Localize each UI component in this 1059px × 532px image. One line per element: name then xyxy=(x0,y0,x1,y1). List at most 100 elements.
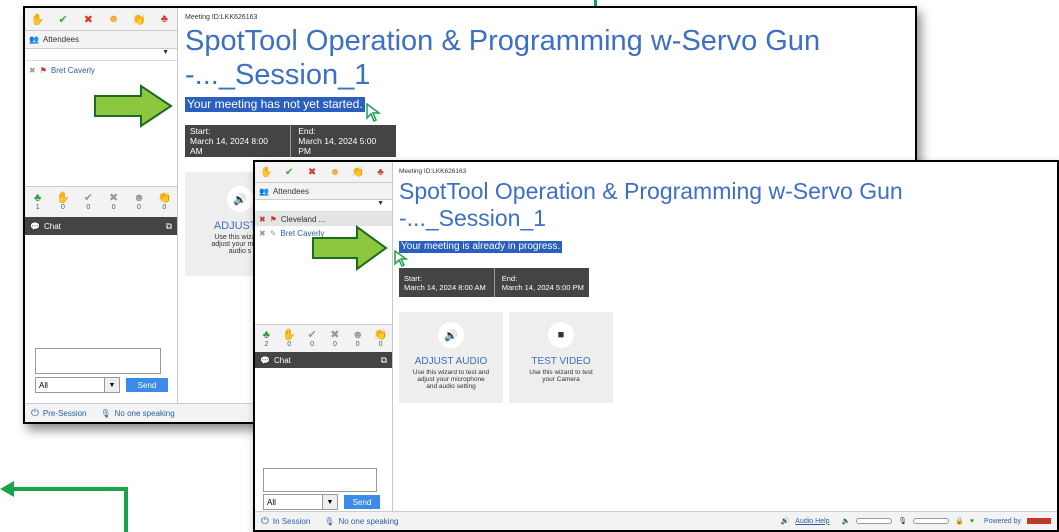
attendee-row[interactable]: ✖ ⚑ Cleveland ... xyxy=(255,212,392,226)
meeting-status: Your meeting is already in progress. xyxy=(399,241,563,253)
chat-icon: 💬 xyxy=(260,355,270,365)
stat-hand: ✋ 0 xyxy=(56,192,70,212)
back-chat-header[interactable]: 💬 Chat ⧉ xyxy=(25,217,177,235)
x-icon[interactable]: ✖ xyxy=(301,162,324,182)
check-icon[interactable]: ✔ xyxy=(278,162,301,182)
stat-hand: ✋ 0 xyxy=(282,329,297,349)
green-arrow-front xyxy=(312,225,388,271)
chevron-down-icon[interactable]: ▼ xyxy=(322,495,337,509)
applause-icon: 👏 xyxy=(157,192,172,204)
back-sidebar: ✋ ✔ ✖ ☻ 👏 ♣ 👥 Attendees ▼ ✖ ⚑ Bret Caver… xyxy=(25,8,178,422)
raise-hand-icon[interactable]: ✋ xyxy=(255,162,278,182)
flag-icon: ⚑ xyxy=(269,214,277,224)
meeting-status: Your meeting has not yet started. xyxy=(185,97,365,112)
mic-muted-icon: ✖ xyxy=(29,65,36,75)
back-speaking-status: 🎙 No one speaking xyxy=(100,408,175,418)
mic-muted-icon: ✖ xyxy=(259,228,266,238)
meeting-title: SpotTool Operation & Programming w-Servo… xyxy=(185,25,821,92)
attendees-icon: 👥 xyxy=(259,186,269,196)
stat-emoji: ☻ 0 xyxy=(133,192,145,212)
power-icon: ⏻ xyxy=(261,515,269,527)
power-icon: ⏻ xyxy=(31,407,39,419)
meeting-dates: Start: March 14, 2024 8:00 AM End: March 1… xyxy=(399,268,589,297)
stat-applause: 👏 0 xyxy=(373,329,388,349)
front-stats-bar: ♣ 2 ✋ 0 ✔ 0 ✖ 0 ☻ 0 👏 0 xyxy=(255,324,392,354)
raise-hand-icon[interactable]: ✋ xyxy=(25,8,50,30)
stat-people: ♣ 2 xyxy=(262,329,271,349)
people-icon: ♣ xyxy=(34,192,42,204)
stat-check: ✔ 0 xyxy=(83,192,93,212)
speaker-icon: 🔊 xyxy=(227,186,253,212)
emoji-icon[interactable]: ☻ xyxy=(323,162,346,182)
pencil-icon: ✎ xyxy=(269,228,277,238)
emoji-icon[interactable]: ☻ xyxy=(101,8,126,30)
stat-x: ✖ 0 xyxy=(109,192,119,212)
front-reaction-toolbar: ✋ ✔ ✖ ☻ 👏 ♣ xyxy=(255,162,392,183)
back-chat-input[interactable] xyxy=(35,348,161,374)
attendees-label: Attendees xyxy=(272,186,309,196)
attendee-name: Bret Caverly xyxy=(50,65,95,75)
back-reaction-toolbar: ✋ ✔ ✖ ☻ 👏 ♣ xyxy=(25,8,177,31)
attendee-row[interactable]: ✖ ⚑ Bret Caverly xyxy=(25,63,177,77)
back-stats-bar: ♣ 1 ✋ 0 ✔ 0 ✖ 0 ☻ 0 👏 0 xyxy=(25,186,177,218)
check-icon: ✔ xyxy=(83,192,93,204)
popout-icon[interactable]: ⧉ xyxy=(166,221,172,232)
front-chat-input[interactable] xyxy=(263,468,377,492)
back-session-status: ⏻ Pre-Session xyxy=(31,407,87,419)
front-speaking-status: 🎙 No one speaking xyxy=(324,516,399,526)
back-chat-recipient-select[interactable]: All ▼ xyxy=(35,377,120,393)
x-icon[interactable]: ✖ xyxy=(76,8,101,30)
cursor-icon xyxy=(366,103,382,123)
front-chat-recipient-select[interactable]: All ▼ xyxy=(263,494,338,510)
front-attendees-header: 👥 Attendees xyxy=(255,183,392,200)
raise-hand-icon: ✋ xyxy=(282,329,297,341)
front-meeting-window: ✋ ✔ ✖ ☻ 👏 ♣ 👥 Attendees ▼ ✖ ⚑ Cleveland … xyxy=(253,160,1059,532)
stat-applause: 👏 0 xyxy=(157,192,172,212)
applause-icon: 👏 xyxy=(373,329,388,341)
mic-muted-icon: ✖ xyxy=(259,214,266,224)
people-icon[interactable]: ♣ xyxy=(369,162,392,182)
emoji-icon: ☻ xyxy=(133,192,145,204)
front-send-button[interactable]: Send xyxy=(344,495,380,509)
flag-icon: ⚑ xyxy=(39,65,47,75)
popout-icon[interactable]: ⧉ xyxy=(381,355,387,366)
chevron-down-icon[interactable]: ▼ xyxy=(104,378,119,392)
test-video-card[interactable]: ■ TEST VIDEO Use this wizard to test you… xyxy=(509,312,613,403)
attendees-icon: 👥 xyxy=(29,35,39,44)
stat-x: ✖ 0 xyxy=(330,329,340,349)
check-icon[interactable]: ✔ xyxy=(50,8,75,30)
back-attendees-filter[interactable]: ▼ xyxy=(25,49,177,61)
check-icon: ✔ xyxy=(307,329,317,341)
meeting-id: Meeting ID:LKK626163 xyxy=(185,14,258,21)
camera-icon: ■ xyxy=(548,322,574,348)
chevron-down-icon[interactable]: ▼ xyxy=(377,200,384,207)
applause-icon[interactable]: 👏 xyxy=(346,162,369,182)
chevron-down-icon[interactable]: ▼ xyxy=(162,49,169,56)
raise-hand-icon: ✋ xyxy=(56,192,70,204)
back-attendees-header: 👥 Attendees xyxy=(25,31,177,49)
stat-people: ♣ 1 xyxy=(34,192,42,212)
stat-emoji: ☻ 0 xyxy=(351,329,364,349)
front-chat-header[interactable]: 💬 Chat ⧉ xyxy=(255,352,392,368)
green-arrow-back xyxy=(94,84,173,128)
people-icon[interactable]: ♣ xyxy=(152,8,177,30)
microphone-icon: 🎙 xyxy=(324,516,335,526)
x-icon: ✖ xyxy=(330,329,340,341)
connector-arrow-bottom xyxy=(0,481,128,532)
adjust-audio-card[interactable]: 🔊 ADJUST AUDIO Use this wizard to test a… xyxy=(399,312,503,403)
attendees-label: Attendees xyxy=(42,35,79,44)
emoji-icon: ☻ xyxy=(351,329,364,341)
front-main: Meeting ID:LKK626163 SpotTool Operation … xyxy=(393,162,1057,530)
chat-label: Chat xyxy=(273,355,291,365)
applause-icon[interactable]: 👏 xyxy=(126,8,151,30)
front-attendees-filter[interactable]: ▼ xyxy=(255,200,392,212)
x-icon: ✖ xyxy=(109,192,119,204)
back-send-button[interactable]: Send xyxy=(126,378,168,392)
chat-icon: 💬 xyxy=(30,221,40,231)
people-icon: ♣ xyxy=(262,329,271,341)
front-session-status: ⏻ In Session xyxy=(261,515,311,527)
stat-check: ✔ 0 xyxy=(307,329,317,349)
speaker-icon: 🔊 xyxy=(438,322,464,348)
attendee-name: Cleveland ... xyxy=(280,214,326,224)
microphone-icon: 🎙 xyxy=(100,408,111,418)
